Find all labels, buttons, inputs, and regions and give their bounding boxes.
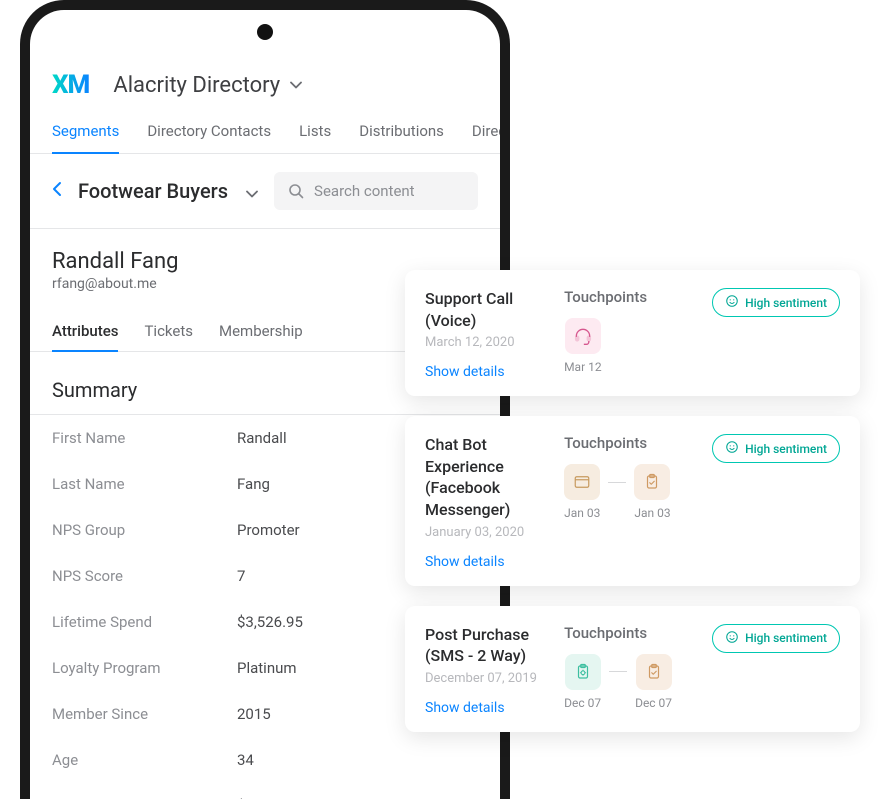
search-input[interactable]: Search content (274, 172, 478, 210)
logo: XM (52, 70, 89, 100)
primary-tabs: Segments Directory Contacts Lists Distri… (30, 106, 500, 154)
subtab-tickets[interactable]: Tickets (144, 312, 193, 351)
touchpoints-heading: Touchpoints (564, 624, 704, 642)
card-date: December 07, 2019 (425, 671, 556, 686)
smile-icon (725, 294, 739, 311)
attr-value: 2015 (237, 705, 271, 723)
card-title: Post Purchase (SMS - 2 Way) (425, 624, 556, 667)
touchpoints-heading: Touchpoints (564, 434, 704, 452)
directory-picker[interactable]: Alacrity Directory (113, 73, 302, 98)
touchpoint-item: Jan 03 (564, 464, 600, 520)
tab-directory-contacts[interactable]: Directory Contacts (147, 112, 271, 153)
attr-label: Age (52, 751, 237, 769)
sentiment-badge: High sentiment (712, 624, 840, 653)
segment-title: Footwear Buyers (78, 179, 228, 203)
headset-icon (565, 318, 601, 354)
show-details-link[interactable]: Show details (425, 364, 556, 380)
attr-row: Age34 (52, 737, 478, 783)
touchpoint-date: Dec 07 (635, 696, 672, 710)
attr-value: Promoter (237, 521, 300, 539)
attr-row: Income$143,000 (52, 783, 478, 799)
attr-value: Platinum (237, 659, 297, 677)
tab-lists[interactable]: Lists (299, 112, 331, 153)
attr-label: NPS Group (52, 521, 237, 539)
search-icon (288, 183, 304, 199)
touchpoint-date: Jan 03 (634, 506, 670, 520)
tab-overflow[interactable]: Direct… (472, 112, 510, 153)
attr-value: 7 (237, 567, 245, 585)
clipboard-check-icon (634, 464, 670, 500)
attr-value: Fang (237, 475, 270, 493)
touchpoint-card: Post Purchase (SMS - 2 Way) December 07,… (405, 606, 860, 732)
subtab-membership[interactable]: Membership (219, 312, 303, 351)
touchpoint-item: Jan 03 (634, 464, 670, 520)
subtab-attributes[interactable]: Attributes (52, 312, 118, 352)
attr-label: First Name (52, 429, 237, 447)
sentiment-label: High sentiment (745, 631, 827, 645)
sentiment-badge: High sentiment (712, 434, 840, 463)
show-details-link[interactable]: Show details (425, 700, 556, 716)
card-title: Chat Bot Experience (Facebook Messenger) (425, 434, 556, 520)
sentiment-label: High sentiment (745, 442, 827, 456)
chevron-down-icon (290, 77, 302, 93)
smile-icon (725, 630, 739, 647)
connector-line (608, 482, 626, 483)
browser-icon (564, 464, 600, 500)
touchpoint-cards: Support Call (Voice) March 12, 2020 Touc… (405, 270, 860, 732)
card-date: January 03, 2020 (425, 525, 556, 540)
connector-line (609, 671, 627, 672)
card-title: Support Call (Voice) (425, 288, 556, 331)
attr-label: Member Since (52, 705, 237, 723)
touchpoint-item: Dec 07 (564, 654, 601, 710)
touchpoints-heading: Touchpoints (564, 288, 704, 306)
attr-label: Last Name (52, 475, 237, 493)
clipboard-check-icon (636, 654, 672, 690)
touchpoint-date: Jan 03 (564, 506, 600, 520)
app-header: XM Alacrity Directory (30, 60, 500, 106)
tab-distributions[interactable]: Distributions (359, 112, 444, 153)
card-date: March 12, 2020 (425, 335, 556, 350)
sentiment-badge: High sentiment (712, 288, 840, 317)
segment-subheader: Footwear Buyers Search content (30, 154, 500, 229)
chevron-down-icon (246, 179, 258, 203)
touchpoint-item: Dec 07 (635, 654, 672, 710)
touchpoint-card: Chat Bot Experience (Facebook Messenger)… (405, 416, 860, 585)
attr-value: Randall (237, 429, 287, 447)
back-button[interactable] (52, 181, 62, 202)
attr-label: NPS Score (52, 567, 237, 585)
smile-icon (725, 440, 739, 457)
tab-segments[interactable]: Segments (52, 112, 119, 154)
show-details-link[interactable]: Show details (425, 554, 556, 570)
attr-value: 34 (237, 751, 254, 769)
touchpoint-item: Mar 12 (564, 318, 602, 374)
attr-label: Lifetime Spend (52, 613, 237, 631)
attr-label: Loyalty Program (52, 659, 237, 677)
touchpoint-date: Mar 12 (564, 360, 602, 374)
sentiment-label: High sentiment (745, 296, 827, 310)
search-placeholder: Search content (314, 182, 415, 200)
attr-value: $3,526.95 (237, 613, 303, 631)
segment-picker[interactable]: Footwear Buyers (78, 179, 258, 203)
touchpoint-card: Support Call (Voice) March 12, 2020 Touc… (405, 270, 860, 396)
directory-name: Alacrity Directory (113, 73, 280, 98)
touchpoint-date: Dec 07 (564, 696, 601, 710)
clipboard-gear-icon (565, 654, 601, 690)
